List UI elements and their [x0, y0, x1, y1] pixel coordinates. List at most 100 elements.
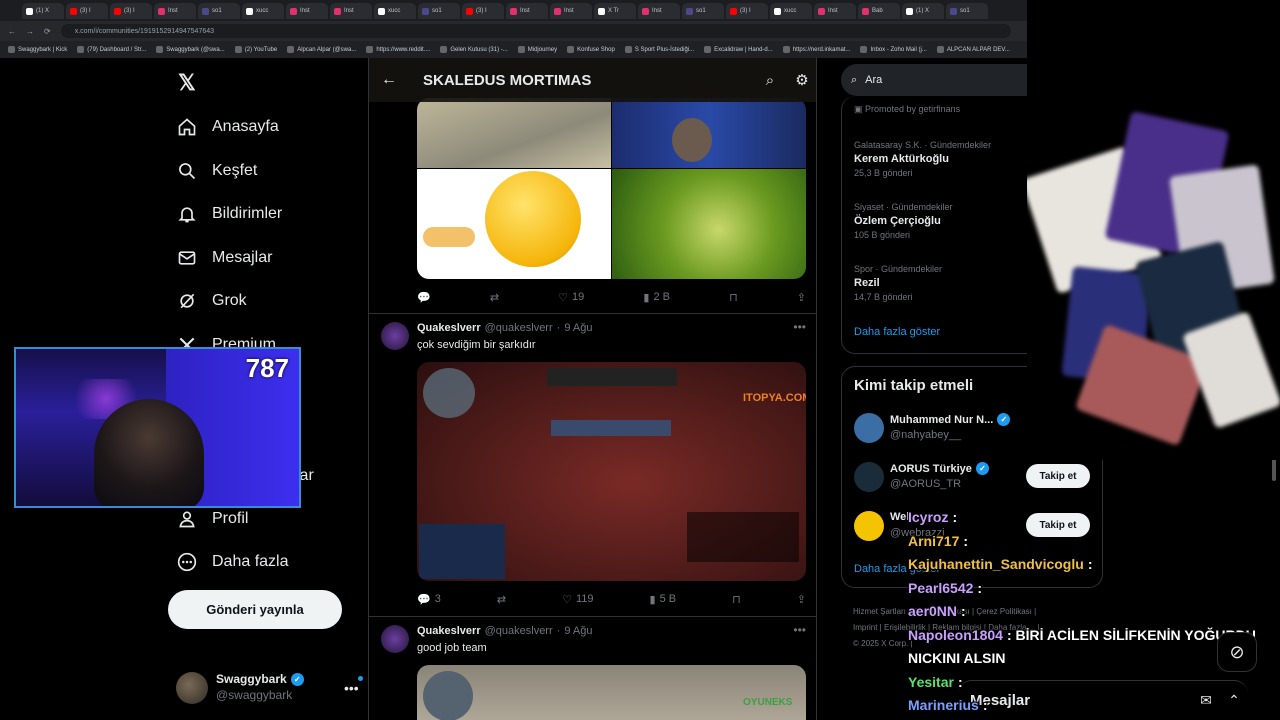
media-image-screenshot[interactable]	[417, 98, 611, 168]
nav-item-search[interactable]: Keşfet	[176, 158, 257, 184]
bookmark-item[interactable]: Midjourney	[517, 46, 557, 53]
tweet-author[interactable]: Quakeslverr	[417, 322, 481, 334]
browser-tab[interactable]: xucc	[242, 3, 284, 19]
views-button[interactable]: ▮ 5 B	[650, 593, 677, 606]
follow-button[interactable]: Takip et	[1026, 464, 1090, 488]
bookmark-item[interactable]: Inbox - Zoho Mail (j...	[860, 46, 927, 53]
bookmark-icon[interactable]: ⊓	[732, 593, 741, 606]
bookmark-item[interactable]: (2) YouTube	[234, 46, 277, 53]
scoreboard	[547, 368, 677, 386]
grok-icon[interactable]: ⊘	[1217, 632, 1257, 672]
browser-tab[interactable]: xucc	[374, 3, 416, 19]
bookmark-item[interactable]: Alpcan Alpar (@swa...	[287, 46, 356, 53]
bookmark-item[interactable]: Excalidraw | Hand-d...	[704, 46, 773, 53]
like-button[interactable]: ♡ 119	[562, 593, 593, 606]
tweet-video[interactable]: ITOPYA.COM	[417, 362, 806, 581]
follow-suggestion[interactable]: AORUS Türkiye ✓ @AORUS_TR Takip et	[854, 460, 1094, 496]
trend-item[interactable]: Siyaset · Gündemdekiler Özlem Çerçioğlu 10…	[854, 202, 1034, 240]
bookmark-item[interactable]: https://nerd.inkamat...	[782, 46, 850, 53]
browser-tab[interactable]: (3) I	[66, 3, 108, 19]
browser-tab[interactable]: (3) I	[110, 3, 152, 19]
reply-count: 3	[434, 593, 441, 605]
browser-tab[interactable]: xucc	[770, 3, 812, 19]
post-button[interactable]: Gönderi yayınla	[168, 590, 342, 629]
more-dots-icon[interactable]: •••	[344, 680, 359, 696]
media-image-room[interactable]	[612, 98, 806, 168]
browser-tab[interactable]: (3) I	[726, 3, 768, 19]
nav-item-home[interactable]: Anasayfa	[176, 114, 279, 140]
browser-tab[interactable]: Inst	[814, 3, 856, 19]
browser-tab[interactable]: Bab	[858, 3, 900, 19]
retweet-icon[interactable]: ⇄	[490, 291, 499, 304]
browser-tab[interactable]: Inst	[638, 3, 680, 19]
chat-separator: :	[961, 603, 966, 619]
account-name-row: Swaggybark ✓	[216, 672, 304, 686]
tweet-video[interactable]: OYUNEKS	[417, 665, 806, 720]
tweet-date[interactable]: 9 Ağu	[564, 322, 592, 334]
browser-tab[interactable]: so1	[682, 3, 724, 19]
bookmark-item[interactable]: Gelen Kutusu (31) -...	[440, 46, 508, 53]
footer-link[interactable]: © 2025 X Corp.	[853, 639, 908, 648]
reload-icon[interactable]: ⟳	[44, 27, 51, 36]
footer-link[interactable]: Imprint	[853, 623, 877, 632]
trend-item[interactable]: Galatasaray S.K. · Gündemdekiler Kerem Ak…	[854, 140, 1034, 178]
share-icon[interactable]: ⇪	[797, 593, 806, 606]
browser-tab[interactable]: Inst	[286, 3, 328, 19]
reply-icon[interactable]: 💬	[417, 291, 431, 304]
browser-tab[interactable]: Inst	[506, 3, 548, 19]
tab-label: (3) I	[80, 8, 91, 14]
nav-item-profile[interactable]: Profil	[176, 506, 248, 532]
nav-item-bell[interactable]: Bildirimler	[176, 201, 282, 227]
url-field[interactable]: x.com/i/communities/1919152914947547643	[60, 24, 1011, 38]
media-image-creature[interactable]	[612, 169, 806, 279]
bookmark-item[interactable]: (79) Dashboard / Str...	[77, 46, 146, 53]
browser-tab[interactable]: (3) I	[462, 3, 504, 19]
views-button[interactable]: ▮ 2 B	[643, 291, 670, 304]
share-icon[interactable]: ⇪	[797, 291, 806, 304]
browser-tab[interactable]: X Tr	[594, 3, 636, 19]
bookmark-item[interactable]: Swaggybark | Kick	[8, 46, 67, 53]
account-switcher[interactable]: Swaggybark ✓ @swaggybark •••	[176, 670, 366, 704]
browser-tab[interactable]: (1) X	[22, 3, 64, 19]
bookmark-item[interactable]: Konfuse Shop	[567, 46, 615, 53]
bookmark-item[interactable]: https://www.reddit....	[366, 46, 430, 53]
forward-arrow-icon[interactable]: →	[26, 27, 34, 36]
more-dots-icon[interactable]: •••	[793, 320, 806, 334]
back-arrow-icon[interactable]: ←	[369, 71, 409, 89]
search-icon[interactable]: ⌕	[754, 72, 786, 89]
suggestion-name: AORUS Türkiye	[890, 462, 972, 475]
browser-tab[interactable]: Inst	[550, 3, 592, 19]
tweet-date[interactable]: 9 Ağu	[564, 625, 592, 637]
nav-item-grok[interactable]: Grok	[176, 288, 247, 314]
browser-tab[interactable]: (1) X	[902, 3, 944, 19]
browser-tab[interactable]: Inst	[154, 3, 196, 19]
browser-tab[interactable]: so1	[418, 3, 460, 19]
tweet-author[interactable]: Quakeslverr	[417, 625, 481, 637]
browser-tab[interactable]: so1	[198, 3, 240, 19]
trend-item[interactable]: Spor · Gündemdekiler Rezil 14,7 B gönderi	[854, 264, 1034, 302]
reply-button[interactable]: 💬 3	[417, 593, 441, 606]
bookmark-icon[interactable]: ⊓	[729, 291, 738, 304]
gear-icon[interactable]: ⚙	[786, 71, 816, 89]
tweet[interactable]: Quakeslverr @quakeslverr · 9 Ağu ••• çok…	[369, 313, 816, 615]
like-button[interactable]: ♡ 19	[558, 291, 584, 304]
nav-item-mail[interactable]: Mesajlar	[176, 245, 272, 271]
footer-link[interactable]: Hizmet Şartları	[853, 607, 906, 616]
media-image-emoji[interactable]	[417, 169, 611, 279]
trends-panel: ▣ Promoted by getirfinans Galatasaray S.…	[841, 96, 1041, 354]
x-logo-icon[interactable]: 𝕏	[178, 70, 196, 96]
mail-icon	[176, 247, 198, 269]
nav-item-more[interactable]: Daha fazla	[176, 549, 289, 575]
browser-tab[interactable]: so1	[946, 3, 988, 19]
tweet-media-grid[interactable]	[417, 98, 806, 279]
back-arrow-icon[interactable]: ←	[8, 27, 16, 36]
more-dots-icon[interactable]: •••	[793, 623, 806, 637]
retweet-icon[interactable]: ⇄	[497, 593, 506, 606]
show-more-trends-link[interactable]: Daha fazla göster	[854, 326, 940, 338]
bookmark-item[interactable]: ALPCAN ALPAR DEV...	[936, 46, 1010, 53]
search-input[interactable]: ⌕ Ara	[841, 64, 1041, 96]
tweet[interactable]: Quakeslverr @quakeslverr · 9 Ağu ••• goo…	[369, 616, 816, 720]
bookmark-item[interactable]: Swaggybark (@swa...	[156, 46, 225, 53]
browser-tab[interactable]: Inst	[330, 3, 372, 19]
bookmark-item[interactable]: S Sport Plus-İstediği...	[624, 46, 694, 53]
